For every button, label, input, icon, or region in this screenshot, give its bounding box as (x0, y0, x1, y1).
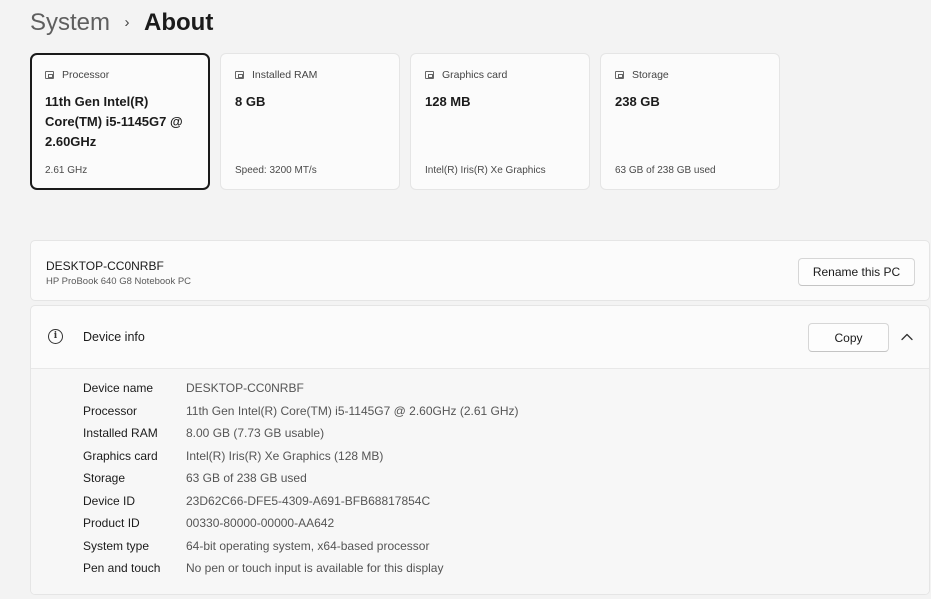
spec-key: Device name (83, 381, 154, 396)
spec-key: Processor (83, 403, 138, 418)
page-title: About (144, 9, 214, 36)
info-icon: i (48, 329, 63, 344)
spec-key: Installed RAM (83, 426, 158, 441)
card-label: Processor (62, 69, 110, 81)
card-subtext: Speed: 3200 MT/s (235, 165, 317, 176)
spec-row-installed-ram: Installed RAM 8.00 GB (7.73 GB usable) (83, 422, 519, 445)
spec-row-device-id: Device ID 23D62C66-DFE5-4309-A691-BFB688… (83, 490, 519, 513)
card-label: Graphics card (442, 69, 508, 81)
storage-icon (615, 71, 624, 79)
device-info-title: Device info (83, 330, 145, 344)
processor-card[interactable]: Processor 11th Gen Intel(R) Core(TM) i5-… (30, 53, 210, 190)
card-value: 128 MB (425, 94, 471, 109)
spec-key: Graphics card (83, 448, 158, 463)
card-header: Installed RAM (235, 69, 317, 81)
pc-name-panel: DESKTOP-CC0NRBF HP ProBook 640 G8 Notebo… (30, 240, 930, 301)
copy-button[interactable]: Copy (808, 323, 889, 352)
device-info-panel: i Device info Copy Device name DESKTOP-C… (30, 305, 930, 595)
card-label: Installed RAM (252, 69, 318, 81)
card-subtext: Intel(R) Iris(R) Xe Graphics (425, 165, 546, 176)
device-spec-table: Device name DESKTOP-CC0NRBF Processor 11… (83, 377, 519, 580)
spec-row-processor: Processor 11th Gen Intel(R) Core(TM) i5-… (83, 400, 519, 423)
spec-value: Intel(R) Iris(R) Xe Graphics (128 MB) (186, 448, 384, 463)
spec-row-storage: Storage 63 GB of 238 GB used (83, 467, 519, 490)
card-label: Storage (632, 69, 669, 81)
graphics-card-icon (425, 71, 434, 79)
chevron-up-icon[interactable] (899, 331, 915, 343)
spec-value: 63 GB of 238 GB used (186, 471, 307, 486)
pc-name: DESKTOP-CC0NRBF (46, 259, 164, 273)
spec-row-system-type: System type 64-bit operating system, x64… (83, 535, 519, 558)
card-subtext: 63 GB of 238 GB used (615, 165, 716, 176)
card-value: 238 GB (615, 94, 660, 109)
spec-key: System type (83, 538, 150, 553)
pc-model: HP ProBook 640 G8 Notebook PC (46, 276, 192, 287)
graphics-card-card[interactable]: Graphics card 128 MB Intel(R) Iris(R) Xe… (410, 53, 590, 190)
spec-value: DESKTOP-CC0NRBF (186, 381, 304, 396)
spec-row-product-id: Product ID 00330-80000-00000-AA642 (83, 512, 519, 535)
device-info-body: Device name DESKTOP-CC0NRBF Processor 11… (31, 369, 929, 594)
ram-icon (235, 71, 244, 79)
spec-key: Product ID (83, 516, 140, 531)
breadcrumb-system[interactable]: System (30, 9, 110, 37)
chevron-right-icon: › (124, 13, 130, 31)
card-header: Graphics card (425, 69, 507, 81)
spec-row-pen-and-touch: Pen and touch No pen or touch input is a… (83, 557, 519, 580)
storage-card[interactable]: Storage 238 GB 63 GB of 238 GB used (600, 53, 780, 190)
rename-pc-button[interactable]: Rename this PC (798, 258, 915, 286)
spec-value: 23D62C66-DFE5-4309-A691-BFB68817854C (186, 493, 431, 508)
processor-icon (45, 71, 54, 79)
spec-key: Device ID (83, 493, 136, 508)
spec-row-graphics-card: Graphics card Intel(R) Iris(R) Xe Graphi… (83, 445, 519, 468)
card-header: Storage (615, 69, 669, 81)
spec-value: 64-bit operating system, x64-based proce… (186, 538, 430, 553)
card-header: Processor (45, 69, 109, 81)
card-value: 8 GB (235, 94, 266, 109)
spec-value: 00330-80000-00000-AA642 (186, 516, 335, 531)
installed-ram-card[interactable]: Installed RAM 8 GB Speed: 3200 MT/s (220, 53, 400, 190)
spec-value: No pen or touch input is available for t… (186, 561, 444, 576)
spec-key: Storage (83, 471, 126, 486)
device-info-header[interactable]: i Device info Copy (31, 306, 929, 369)
card-subtext: 2.61 GHz (45, 165, 88, 176)
card-value: 11th Gen Intel(R) Core(TM) i5-1145G7 @ 2… (45, 94, 183, 149)
spec-row-device-name: Device name DESKTOP-CC0NRBF (83, 377, 519, 400)
spec-value: 8.00 GB (7.73 GB usable) (186, 426, 325, 441)
breadcrumb: System › About (30, 6, 213, 40)
spec-key: Pen and touch (83, 561, 161, 576)
spec-value: 11th Gen Intel(R) Core(TM) i5-1145G7 @ 2… (186, 403, 519, 418)
spec-cards: Processor 11th Gen Intel(R) Core(TM) i5-… (30, 53, 790, 190)
